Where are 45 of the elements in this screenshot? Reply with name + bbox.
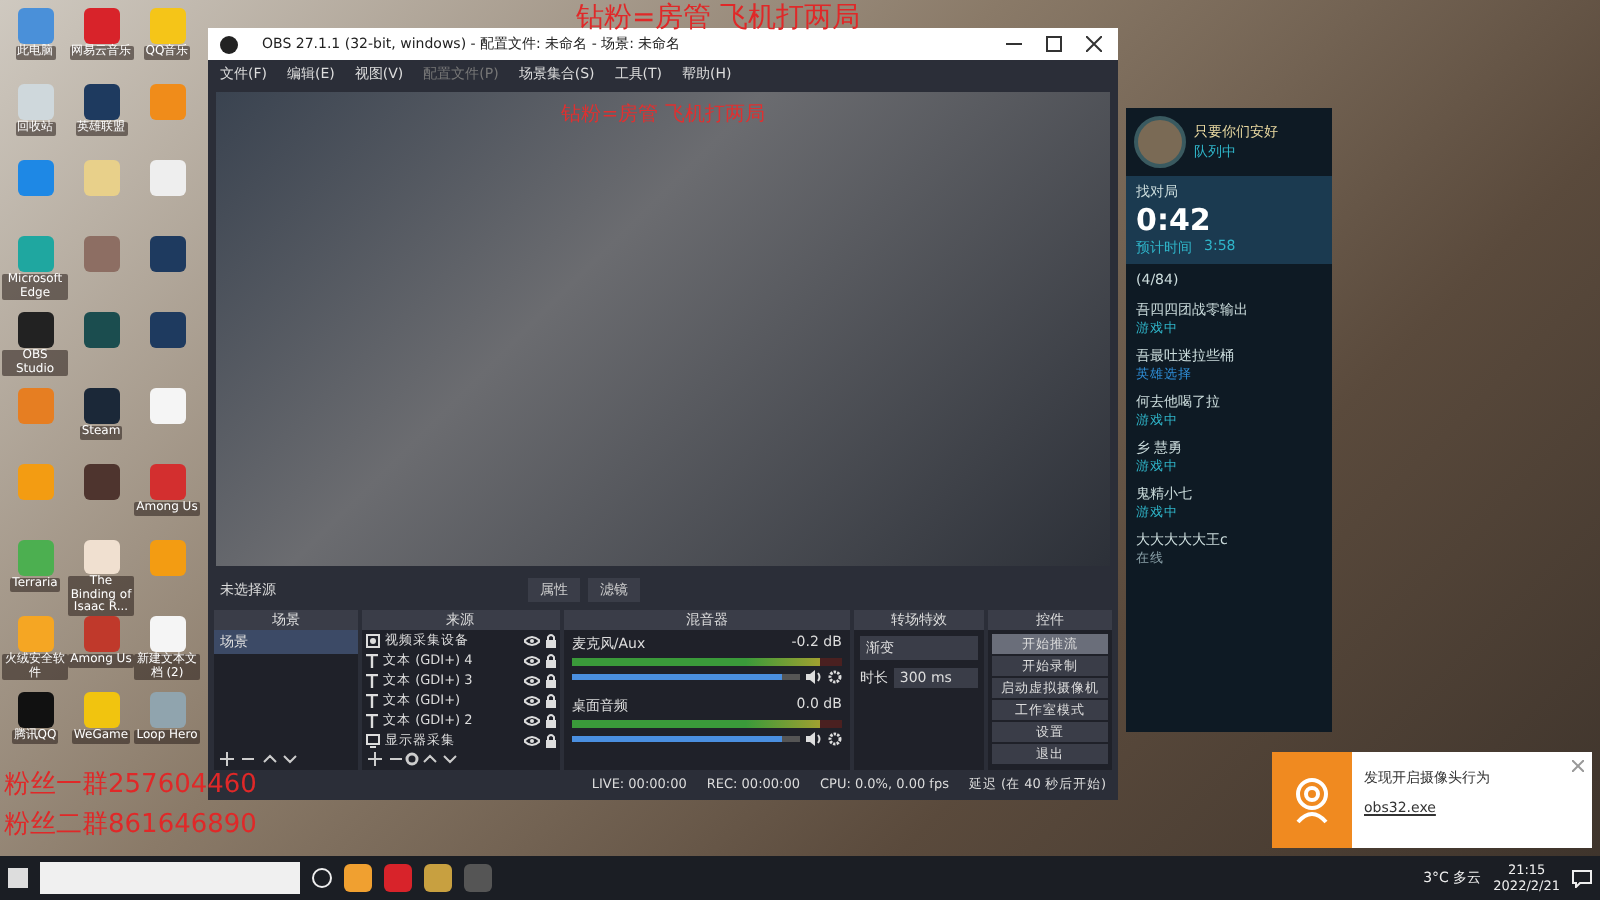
app-icon[interactable] xyxy=(83,312,119,348)
lock-icon[interactable] xyxy=(545,673,556,687)
close-icon[interactable] xyxy=(1086,36,1103,52)
text-source-icon xyxy=(365,713,378,727)
app-icon[interactable] xyxy=(344,864,372,892)
speaker-icon[interactable] xyxy=(805,670,822,684)
eye-icon[interactable] xyxy=(523,695,540,705)
eye-icon[interactable] xyxy=(523,655,540,665)
overlay-text: 钻粉=房管 飞机打两局 xyxy=(561,101,765,128)
app-icon[interactable] xyxy=(424,864,452,892)
eye-icon[interactable] xyxy=(523,715,540,725)
app-icon[interactable] xyxy=(17,312,53,348)
app-logo-icon xyxy=(220,35,239,53)
eye-icon[interactable] xyxy=(523,635,540,645)
lock-icon[interactable] xyxy=(545,653,556,667)
lock-icon[interactable] xyxy=(545,733,556,747)
notification-icon[interactable] xyxy=(1572,869,1592,887)
app-icon[interactable] xyxy=(17,692,53,728)
lock-icon[interactable] xyxy=(545,693,556,707)
avatar-circle xyxy=(1134,116,1187,168)
maximize-icon[interactable] xyxy=(1046,36,1063,52)
settings-icon[interactable] xyxy=(827,670,842,684)
lock-icon[interactable] xyxy=(545,633,556,647)
settings-icon[interactable] xyxy=(827,732,842,746)
eye-icon[interactable] xyxy=(523,735,540,745)
app-icon[interactable] xyxy=(149,312,185,348)
app-icon[interactable] xyxy=(83,464,119,500)
text-source-icon xyxy=(365,653,378,667)
task-view-icon[interactable] xyxy=(312,868,332,888)
eye-icon[interactable] xyxy=(523,675,540,685)
overlay-text: 钻粉=房管 飞机打两局 xyxy=(576,0,861,36)
text-source-icon xyxy=(365,673,378,687)
queue-timer: 0:42 xyxy=(1136,202,1213,238)
windows-start-icon[interactable] xyxy=(8,868,28,888)
app-icon[interactable] xyxy=(149,236,185,272)
app-icon[interactable] xyxy=(83,388,119,424)
overlay-text: 粉丝二群861646890 xyxy=(4,808,257,842)
app-icon[interactable] xyxy=(384,864,412,892)
text-source-icon xyxy=(365,693,378,707)
camera-icon xyxy=(365,633,380,647)
monitor-icon xyxy=(365,733,380,747)
speaker-icon[interactable] xyxy=(805,732,822,746)
lock-icon[interactable] xyxy=(545,713,556,727)
search-field[interactable] xyxy=(40,862,300,894)
app-icon[interactable] xyxy=(83,84,119,120)
